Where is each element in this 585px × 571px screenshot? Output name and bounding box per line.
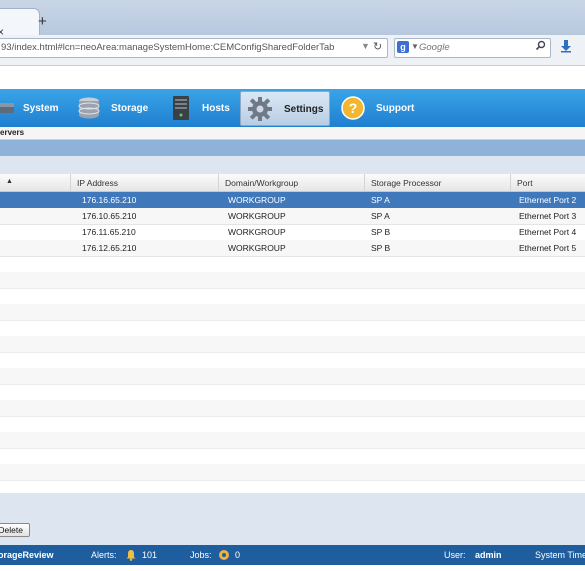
nav-label-hosts: Hosts (202, 103, 230, 114)
new-tab-icon[interactable]: + (38, 13, 47, 30)
nav-item-storage[interactable]: Storage (72, 89, 158, 127)
jobs-label: Jobs: (190, 550, 212, 560)
action-panel: Delete (0, 493, 585, 545)
empty-row (0, 368, 585, 385)
column-header-port[interactable]: Port (510, 174, 585, 191)
empty-row (0, 336, 585, 353)
storage-icon (78, 97, 100, 119)
empty-row (0, 304, 585, 321)
system-icon (0, 103, 14, 113)
table-row[interactable]: 176.12.65.210 WORKGROUP SP B Ethernet Po… (0, 240, 585, 257)
empty-row (0, 400, 585, 417)
main-nav: System Storage Hosts Settings ? Support (0, 89, 585, 127)
table-row[interactable]: 176.11.65.210 WORKGROUP SP B Ethernet Po… (0, 224, 585, 241)
column-header-name[interactable]: ▲ (0, 174, 70, 191)
empty-row (0, 256, 585, 273)
url-bar[interactable]: 93/index.html#lcn=neoArea:manageSystemHo… (0, 38, 388, 58)
table-header: ▲ IP Address Domain/Workgroup Storage Pr… (0, 174, 585, 192)
hosts-icon (173, 96, 189, 120)
jobs-icon[interactable] (218, 549, 230, 561)
search-bar[interactable]: g ▼ Google (394, 38, 551, 58)
bell-icon[interactable] (125, 549, 137, 561)
download-icon[interactable] (560, 39, 572, 53)
empty-row (0, 288, 585, 305)
gear-icon (248, 97, 272, 121)
nav-item-settings[interactable]: Settings (240, 91, 330, 126)
url-dropdown-icon[interactable]: ▼ (361, 41, 370, 51)
table-row[interactable]: 176.16.65.210 WORKGROUP SP A Ethernet Po… (0, 192, 585, 209)
delete-button[interactable]: Delete (0, 523, 30, 537)
nav-item-system[interactable]: System (0, 89, 70, 127)
alerts-count[interactable]: 101 (142, 550, 157, 560)
browser-navbar: 93/index.html#lcn=neoArea:manageSystemHo… (0, 35, 585, 66)
column-header-domain[interactable]: Domain/Workgroup (218, 174, 365, 191)
empty-row (0, 432, 585, 449)
table-row[interactable]: 176.10.65.210 WORKGROUP SP A Ethernet Po… (0, 208, 585, 225)
column-header-storage-processor[interactable]: Storage Processor (364, 174, 511, 191)
google-icon[interactable]: g (397, 41, 409, 53)
page-title: ervers (0, 128, 25, 137)
sort-ascending-icon: ▲ (6, 178, 13, 185)
brand-label: orageReview (0, 550, 54, 560)
empty-row (0, 464, 585, 481)
nav-label-storage: Storage (111, 103, 149, 114)
nav-label-system: System (23, 103, 59, 114)
nav-item-hosts[interactable]: Hosts (162, 89, 236, 127)
bottom-spacer (0, 565, 585, 571)
url-text: 93/index.html#lcn=neoArea:manageSystemHo… (1, 42, 335, 53)
page-subheader: ervers (0, 127, 585, 140)
nav-label-support: Support (376, 103, 415, 114)
search-placeholder: Google (419, 42, 450, 53)
column-header-ip-address[interactable]: IP Address (70, 174, 219, 191)
section-bar (0, 140, 585, 156)
system-time-label: System Time (535, 550, 585, 560)
browser-tabstrip: × + (0, 0, 585, 39)
empty-row (0, 448, 585, 465)
search-icon[interactable] (535, 40, 546, 51)
shared-folder-servers-table: ▲ IP Address Domain/Workgroup Storage Pr… (0, 174, 585, 493)
alerts-label: Alerts: (91, 550, 117, 560)
user-label: User: (444, 550, 466, 560)
empty-row (0, 352, 585, 369)
nav-item-support[interactable]: ? Support (336, 89, 422, 127)
nav-label-settings: Settings (284, 104, 324, 115)
empty-row (0, 384, 585, 401)
empty-row (0, 416, 585, 433)
header-spacer (0, 66, 585, 89)
svg-text:?: ? (349, 100, 358, 116)
toolbar-panel (0, 156, 585, 174)
empty-row (0, 320, 585, 337)
search-engine-dropdown-icon[interactable]: ▼ (411, 42, 419, 51)
empty-row (0, 480, 585, 493)
empty-row (0, 272, 585, 289)
reload-icon[interactable]: ↻ (373, 40, 382, 53)
browser-tab[interactable]: × (0, 8, 40, 39)
jobs-count[interactable]: 0 (235, 550, 240, 560)
user-name: admin (475, 550, 502, 560)
help-icon: ? (341, 96, 365, 120)
status-bar: orageReview Alerts: 101 Jobs: 0 User: ad… (0, 545, 585, 565)
